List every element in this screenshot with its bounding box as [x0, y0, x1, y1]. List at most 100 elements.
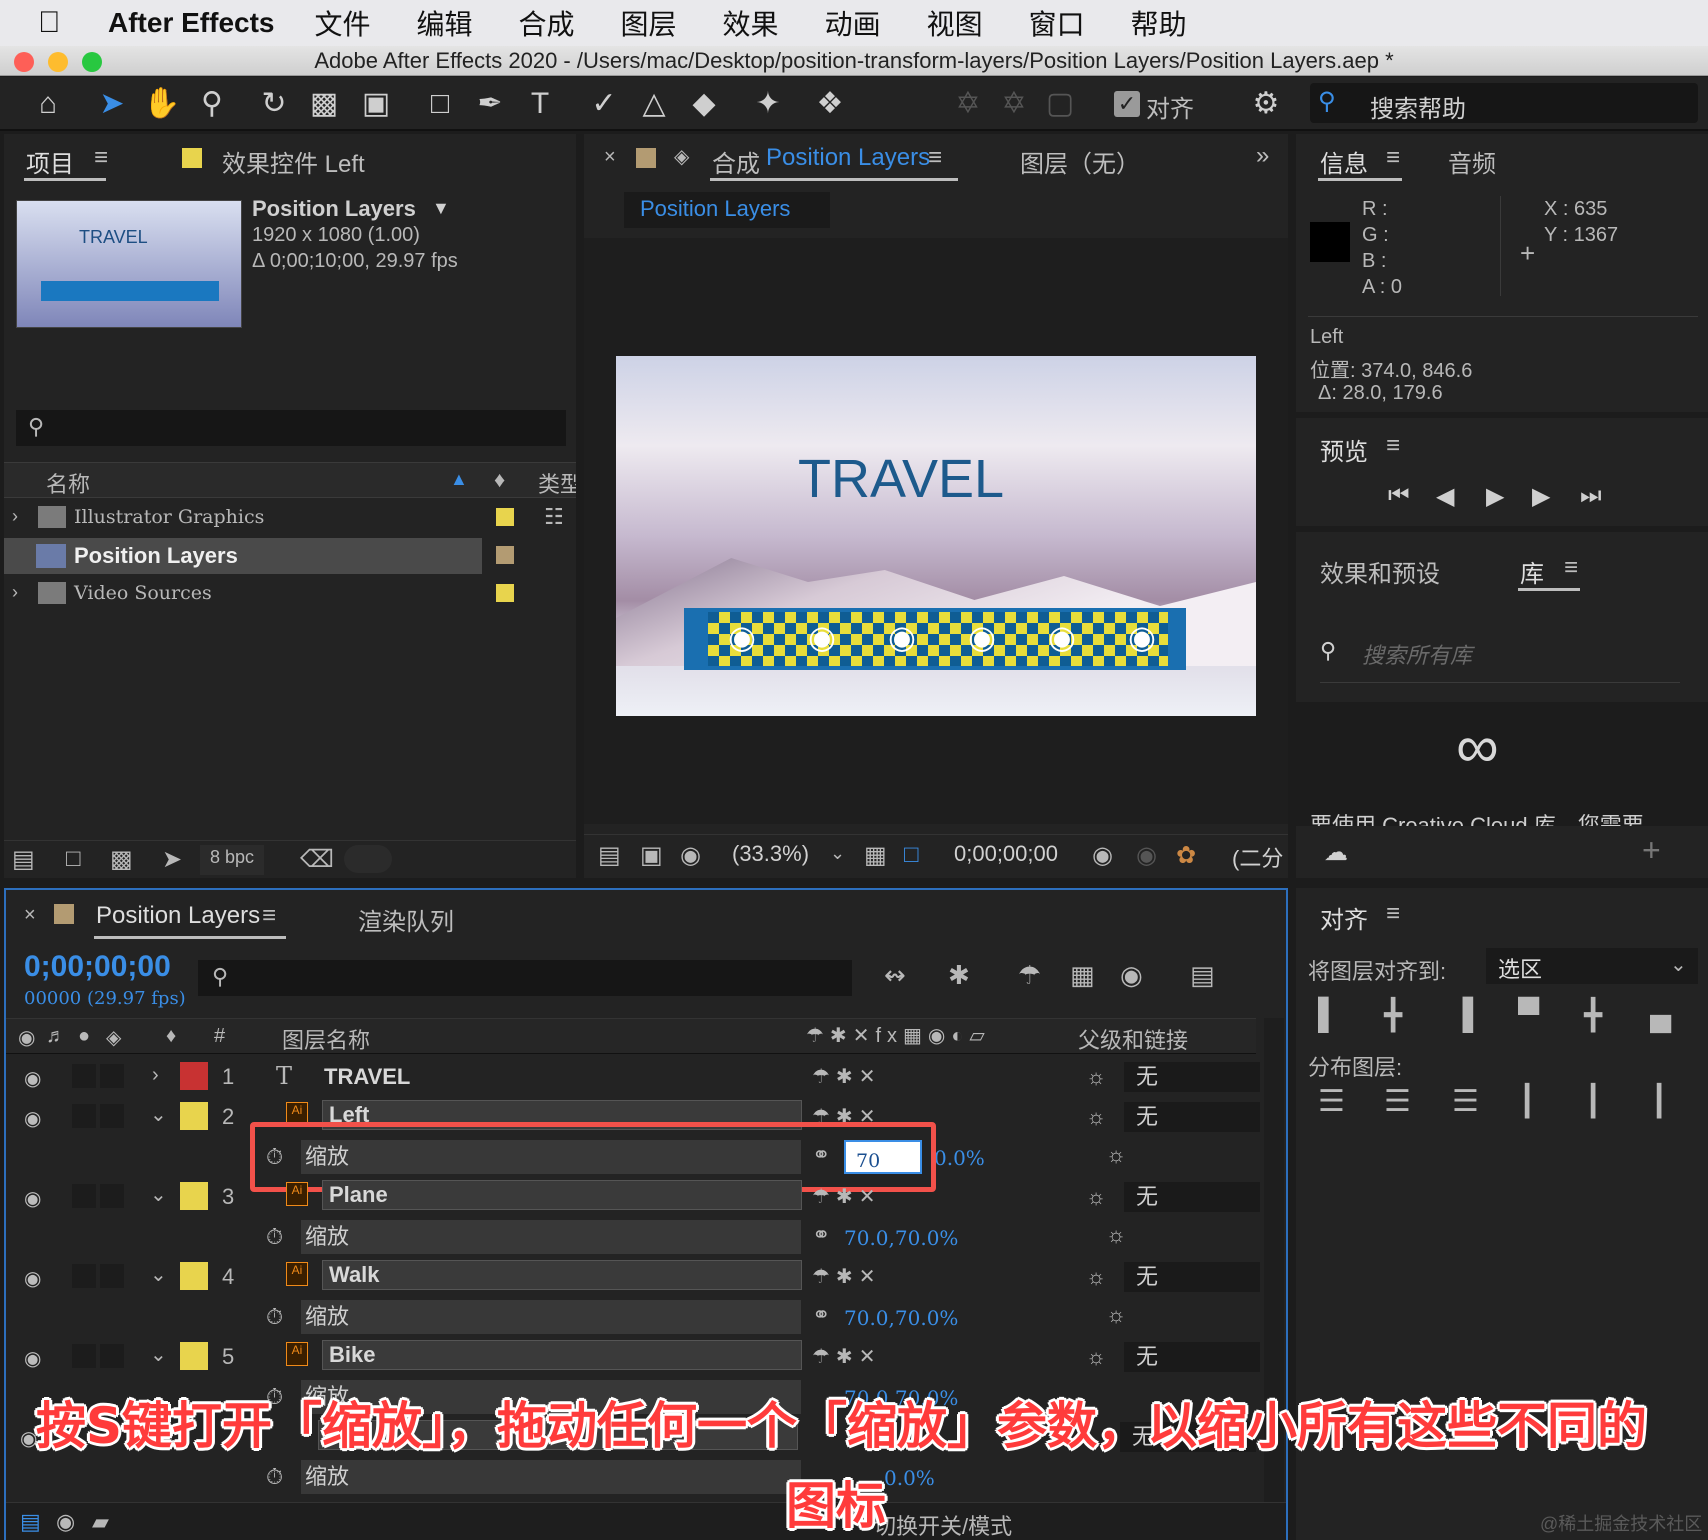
toggle-button[interactable]	[344, 845, 392, 873]
lock-icon[interactable]: ◈	[674, 144, 689, 169]
layer-name[interactable]: Bike	[322, 1340, 802, 1370]
next-frame-icon[interactable]: ▶	[1532, 482, 1550, 511]
distribute-vcenter-icon[interactable]: ☰	[1384, 1084, 1411, 1119]
chevron-down-icon[interactable]: ⌄	[830, 843, 845, 864]
current-time[interactable]: 0;00;00;00	[24, 950, 171, 984]
type-tool-icon[interactable]: T	[520, 85, 560, 123]
tab-effect-controls[interactable]: 效果控件 Left	[222, 144, 365, 179]
draft-3d-icon[interactable]: ✱	[948, 960, 970, 991]
align-bottom-icon[interactable]: ▄	[1650, 998, 1671, 1032]
menu-animation[interactable]: 动画	[825, 3, 881, 43]
layer-switches[interactable]: ☂✱✕	[812, 1264, 881, 1289]
comp-sub-tab[interactable]: Position Layers	[624, 192, 830, 228]
bpc-button[interactable]: 8 bpc	[200, 845, 265, 875]
panel-menu-icon[interactable]: ≡	[1564, 554, 1578, 582]
pick-whip-icon[interactable]: ☼	[1106, 1302, 1126, 1328]
channel-icon[interactable]: ✿	[1176, 841, 1196, 870]
align-hcenter-icon[interactable]: ╋	[1384, 998, 1402, 1033]
menu-effect[interactable]: 效果	[723, 3, 779, 43]
solo-toggle[interactable]	[72, 1104, 96, 1128]
list-item[interactable]: › Illustrator Graphics ☷	[4, 500, 564, 536]
chevron-right-icon[interactable]: ›	[12, 582, 18, 603]
monitor-icon[interactable]: ▣	[640, 841, 663, 870]
selection-tool-icon[interactable]: ➤	[92, 85, 132, 123]
menu-window[interactable]: 窗口	[1029, 3, 1085, 43]
toggle-switches-modes[interactable]: 切换开关/模式	[874, 1509, 1012, 1540]
panel-menu-icon[interactable]: ≡	[1386, 900, 1400, 928]
tab-effects-presets[interactable]: 效果和预设	[1320, 554, 1440, 589]
pick-whip-icon[interactable]: ☼	[1086, 1104, 1106, 1130]
apple-icon[interactable]: 	[38, 6, 98, 40]
axis-local-icon[interactable]: ✡	[948, 85, 988, 123]
last-frame-icon[interactable]: ⏭	[1580, 482, 1602, 510]
solo-icon[interactable]: ●	[78, 1025, 90, 1048]
layer-row[interactable]: ◉ ⌄ 3 Ai Plane ☂✱✕ ☼ 无	[10, 1178, 1260, 1216]
sort-up-icon[interactable]: ▲	[450, 469, 468, 490]
comp-flowchart-icon[interactable]: ↭	[884, 960, 906, 991]
pick-whip-icon[interactable]: ☼	[1086, 1344, 1106, 1370]
chevron-right-icon[interactable]: ›	[152, 1064, 159, 1087]
zoom-tool-icon[interactable]: ⚲	[192, 85, 232, 123]
scale-value[interactable]: 70.0,70.0%	[844, 1306, 958, 1330]
parent-select[interactable]: 无	[1124, 1102, 1260, 1132]
solo-toggle[interactable]	[72, 1344, 96, 1368]
pick-whip-icon[interactable]: ☼	[1086, 1184, 1106, 1210]
motion-blur-icon[interactable]: ◉	[1120, 960, 1143, 991]
graph-editor-icon[interactable]: ▤	[1190, 960, 1215, 991]
layer-row[interactable]: ◉ › 1 T TRAVEL ☂✱✕ ☼ 无	[10, 1058, 1260, 1096]
panel-menu-icon[interactable]: ≡	[94, 144, 108, 172]
distribute-bottom-icon[interactable]: ☰	[1452, 1084, 1479, 1119]
chevron-right-icon[interactable]: ›	[12, 506, 18, 527]
pick-whip-icon[interactable]: ☼	[1106, 1142, 1126, 1168]
scale-value[interactable]: 70.0,70.0%	[844, 1226, 958, 1250]
close-window-button[interactable]	[14, 52, 34, 72]
zoom-window-button[interactable]	[82, 52, 102, 72]
distribute-top-icon[interactable]: ☰	[1318, 1084, 1345, 1119]
eye-icon[interactable]: ◉	[24, 1066, 52, 1090]
pick-whip-icon[interactable]: ☼	[1086, 1064, 1106, 1090]
new-composition-icon[interactable]: ▩	[110, 845, 133, 874]
menu-edit[interactable]: 编辑	[417, 3, 473, 43]
parent-select[interactable]: 无	[1124, 1342, 1260, 1372]
list-item[interactable]: › Video Sources	[4, 576, 544, 612]
parent-select[interactable]: 无	[1124, 1182, 1260, 1212]
distribute-left-icon[interactable]: ┃	[1518, 1084, 1536, 1119]
search-help-field[interactable]: ⚲ 搜索帮助	[1310, 83, 1698, 123]
constrain-link-icon[interactable]: ⚭	[812, 1222, 830, 1248]
label-tag-icon[interactable]: ♦	[494, 467, 505, 493]
mask-icon[interactable]: ◉	[680, 841, 701, 870]
list-item-selected[interactable]: Position Layers	[4, 538, 482, 574]
zoom-level[interactable]: (33.3%)	[732, 841, 809, 867]
align-vcenter-icon[interactable]: ╋	[1584, 998, 1602, 1033]
first-frame-icon[interactable]: ⏮	[1388, 482, 1410, 510]
lock-toggle[interactable]	[100, 1184, 124, 1208]
parent-select[interactable]: 无	[1124, 1262, 1260, 1292]
puppet-pin-tool-icon[interactable]: ❖	[810, 85, 850, 123]
panel-menu-icon[interactable]: ≡	[1386, 144, 1400, 172]
align-right-icon[interactable]: ▐	[1452, 998, 1473, 1032]
trash-icon[interactable]: ⌫	[300, 845, 334, 874]
previous-frame-icon[interactable]: ◀	[1436, 482, 1454, 511]
eye-icon[interactable]: ◉	[18, 1025, 35, 1050]
tab-comp-prefix[interactable]: 合成	[712, 144, 760, 179]
brush-tool-icon[interactable]: ✓	[584, 85, 624, 123]
workspace-icon[interactable]: ⚙	[1246, 85, 1286, 123]
chevron-down-icon[interactable]: ⌄	[150, 1182, 167, 1207]
solo-toggle[interactable]	[72, 1184, 96, 1208]
menu-view[interactable]: 视图	[927, 3, 983, 43]
chevron-down-icon[interactable]: ⌄	[150, 1102, 167, 1127]
close-tab-icon[interactable]: ×	[604, 146, 616, 169]
clone-stamp-tool-icon[interactable]: △	[634, 85, 674, 123]
label-color-swatch[interactable]	[180, 1262, 208, 1290]
lock-toggle[interactable]	[100, 1264, 124, 1288]
tab-project[interactable]: 项目	[26, 144, 74, 179]
add-icon[interactable]: +	[1642, 832, 1661, 869]
align-left-icon[interactable]: ▌	[1318, 998, 1339, 1032]
tab-layer[interactable]: 图层（无）	[1020, 144, 1140, 179]
lock-toggle[interactable]	[100, 1344, 124, 1368]
composition-canvas[interactable]: TRAVEL ◉ ◉ ◉ ◉ ◉ ◉	[616, 356, 1256, 716]
resolution-select[interactable]: (二分	[1232, 841, 1283, 873]
eraser-tool-icon[interactable]: ◆	[684, 85, 724, 123]
eye-icon[interactable]: ◉	[24, 1106, 52, 1130]
chevron-down-icon[interactable]: ⌄	[150, 1342, 167, 1367]
